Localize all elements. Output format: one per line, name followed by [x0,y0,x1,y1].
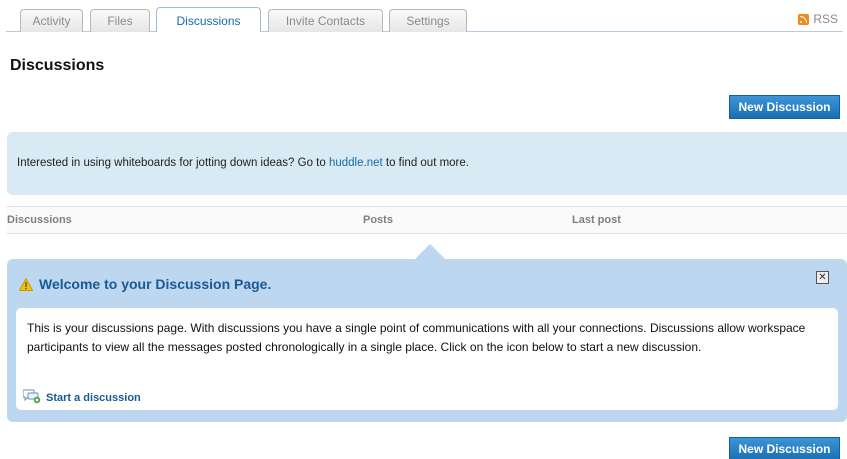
tab-files[interactable]: Files [90,9,150,32]
tab-bar: Activity Files Discussions Invite Contac… [0,0,847,32]
tab-activity[interactable]: Activity [20,9,83,32]
column-header-last-post[interactable]: Last post [572,214,621,226]
rss-link[interactable]: RSS [798,12,838,26]
discussions-page: Activity Files Discussions Invite Contac… [0,0,847,459]
welcome-content: This is your discussions page. With disc… [16,308,838,410]
start-discussion-label: Start a discussion [46,391,141,404]
warning-icon [18,276,34,291]
tab-settings[interactable]: Settings [389,9,467,32]
tab-discussions[interactable]: Discussions [156,7,261,32]
info-text-before: Interested in using whiteboards for jott… [17,157,329,169]
tab-invite-contacts[interactable]: Invite Contacts [268,9,383,32]
welcome-pointer [414,244,446,260]
new-discussion-icon [22,388,41,407]
welcome-body: This is your discussions page. With disc… [27,321,806,354]
info-text-after: to find out more. [382,157,469,169]
huddle-link[interactable]: huddle.net [329,157,383,169]
rss-icon [798,13,810,25]
new-discussion-button-bottom[interactable]: New Discussion [729,437,840,459]
close-icon[interactable]: ✕ [816,271,829,284]
column-header-discussions[interactable]: Discussions [7,214,72,226]
discussions-table-header: Discussions Posts Last post [7,206,847,234]
welcome-title: Welcome to your Discussion Page. [18,276,272,292]
start-discussion-link[interactable]: Start a discussion [22,388,141,407]
page-title: Discussions [10,57,105,74]
info-text: Interested in using whiteboards for jott… [17,157,469,169]
info-banner: Interested in using whiteboards for jott… [7,132,847,195]
welcome-title-text: Welcome to your Discussion Page. [39,276,272,292]
column-header-posts[interactable]: Posts [363,214,393,226]
new-discussion-button-top[interactable]: New Discussion [729,95,840,119]
welcome-panel: Welcome to your Discussion Page. ✕ This … [7,259,847,422]
rss-label: RSS [813,12,838,26]
